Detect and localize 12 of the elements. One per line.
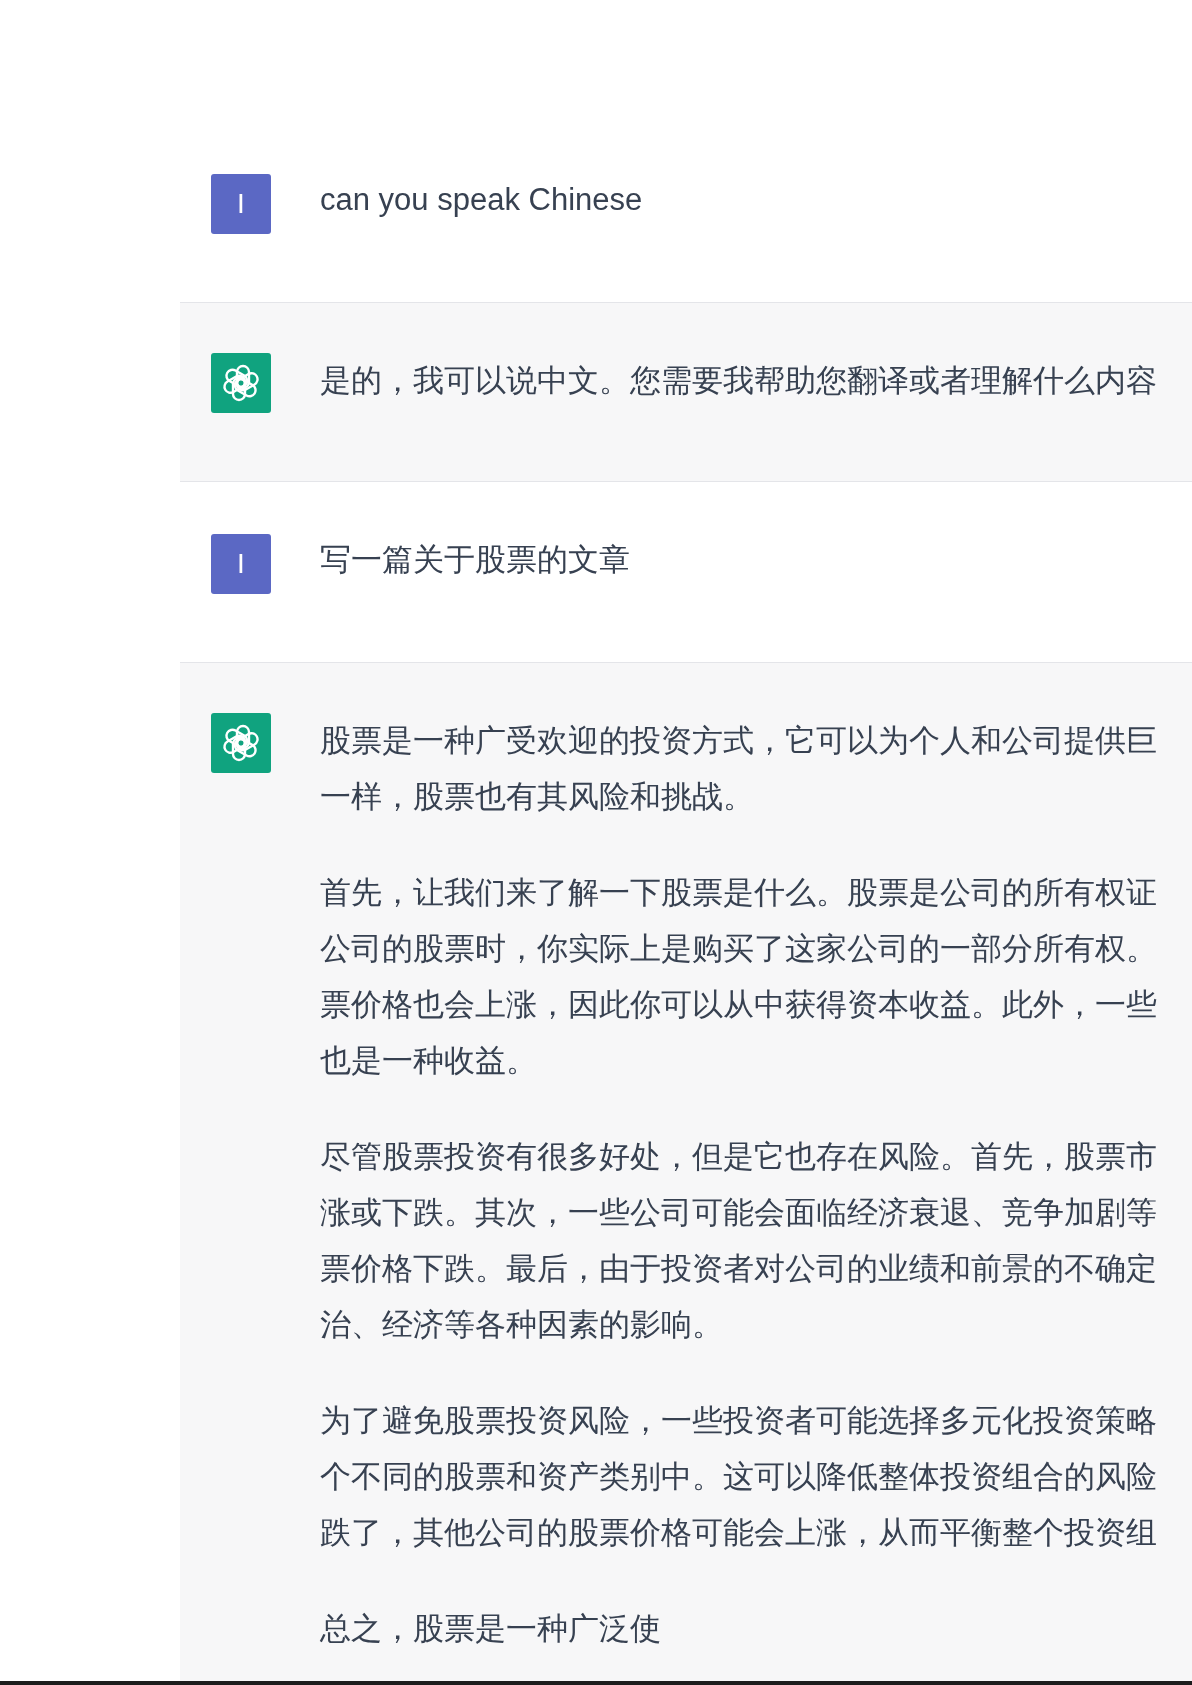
user-message-text: 写一篇关于股票的文章 [320, 541, 630, 579]
user-avatar: I [211, 174, 271, 234]
reply-paragraph: 首先，让我们来了解一下股票是什么。股票是公司的所有权证 公司的股票时，你实际上是购买了这家公司的一部分所有权。 票价格也会上涨，因此你可以从中获得资本收益。此外，一些 也是一种收益。 [320, 874, 1157, 1080]
reply-paragraph: 为了避免股票投资风险，一些投资者可能选择多元化投资策略 个不同的股票和资产类别中。这可以降低整体投资组合的风险 跌了，其他公司的股票价格可能会上涨，从而平衡整个投资组 [320, 1402, 1157, 1552]
knot-logo-icon [211, 713, 271, 773]
user-message-text: can you speak Chinese [320, 181, 643, 219]
reply-paragraph: 总之，股票是一种广泛使 [320, 1610, 662, 1648]
reply-paragraph: 股票是一种广受欢迎的投资方式，它可以为个人和公司提供巨 一样，股票也有其风险和挑战。 [320, 722, 1157, 816]
knot-logo-icon [211, 353, 271, 413]
user-avatar: I [211, 534, 271, 594]
reply-paragraph: 是的，我可以说中文。您需要我帮助您翻译或者理解什么内容 [320, 362, 1157, 400]
reply-paragraph: 尽管股票投资有很多好处，但是它也存在风险。首先，股票市 涨或下跌。其次，一些公司可能会面临经济衰退、竞争加剧等 票价格下跌。最后，由于投资者对公司的业绩和前景的不确定 治、经济等各种因素的影响。 [320, 1138, 1157, 1344]
